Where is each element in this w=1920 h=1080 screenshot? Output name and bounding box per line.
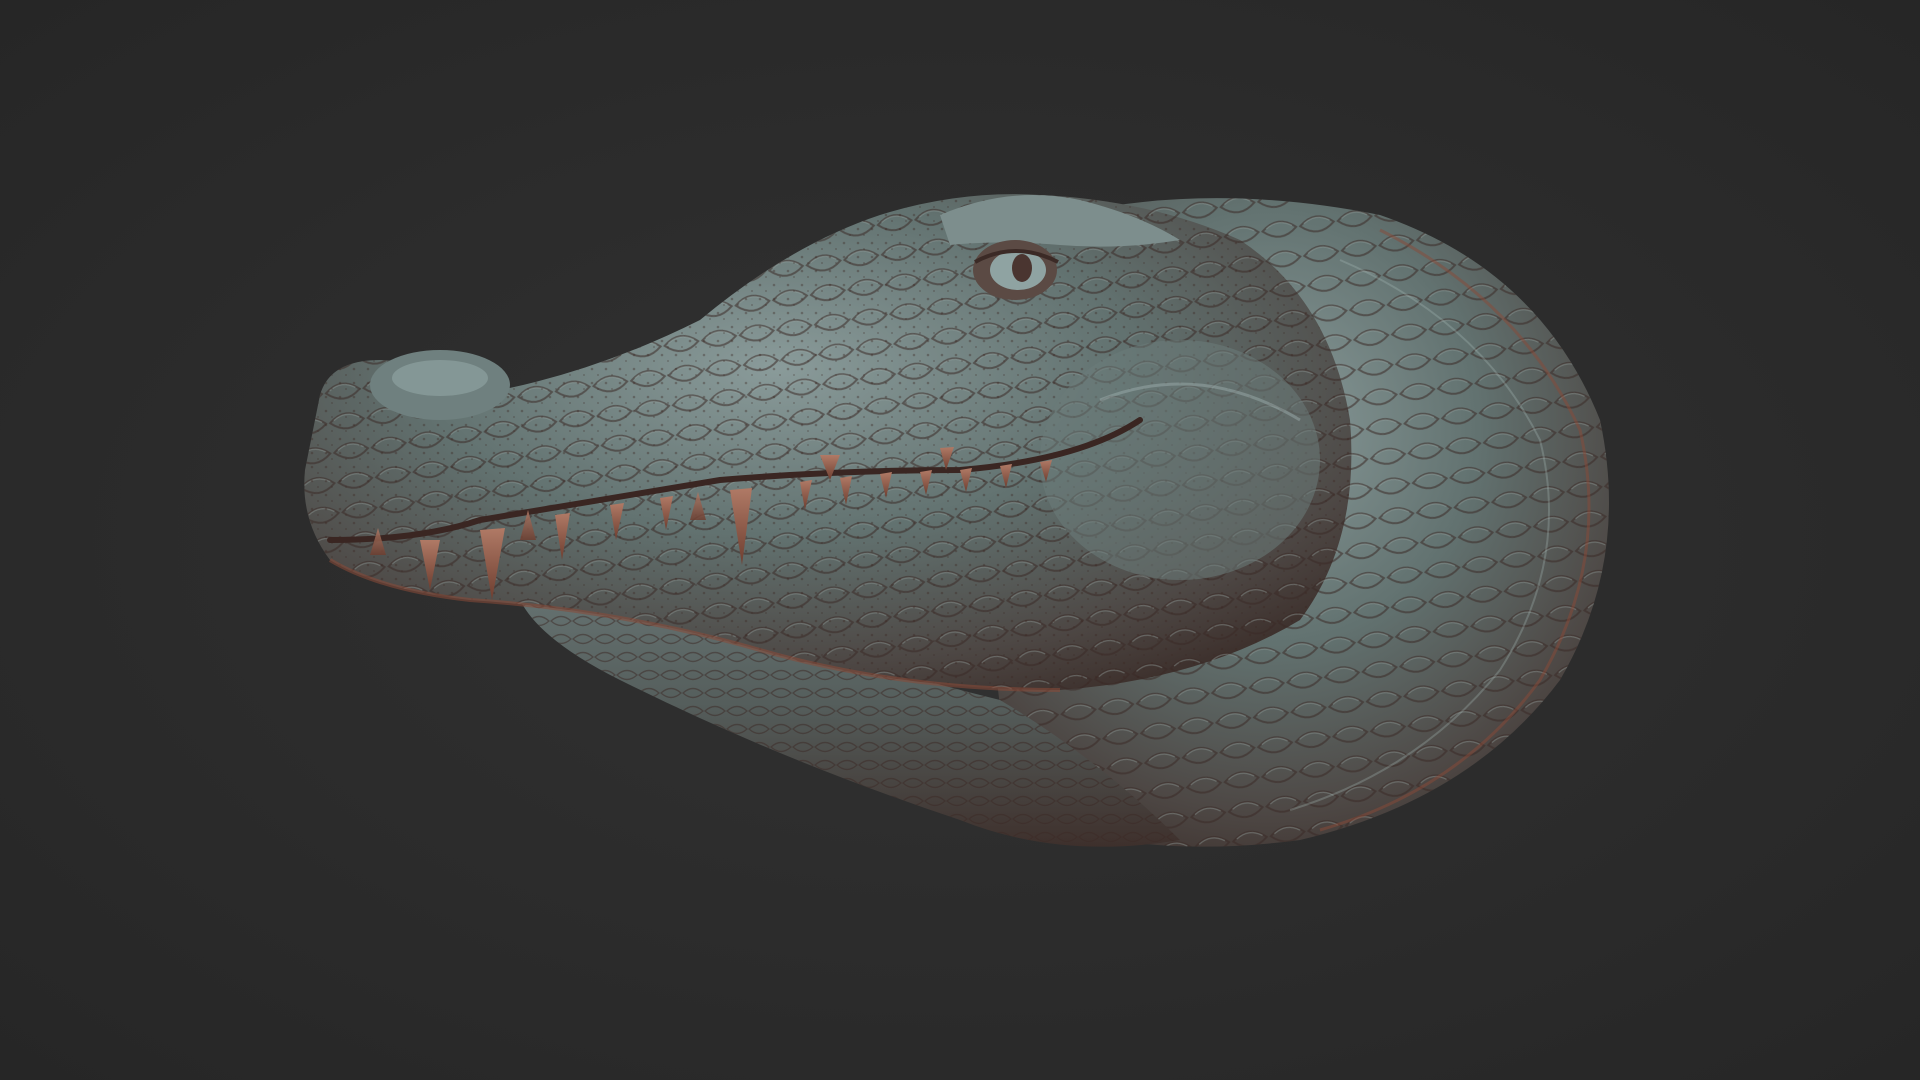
viewport-canvas[interactable]	[0, 0, 1920, 1080]
cheek	[1040, 340, 1320, 580]
crocodile-head-model	[304, 194, 1609, 847]
